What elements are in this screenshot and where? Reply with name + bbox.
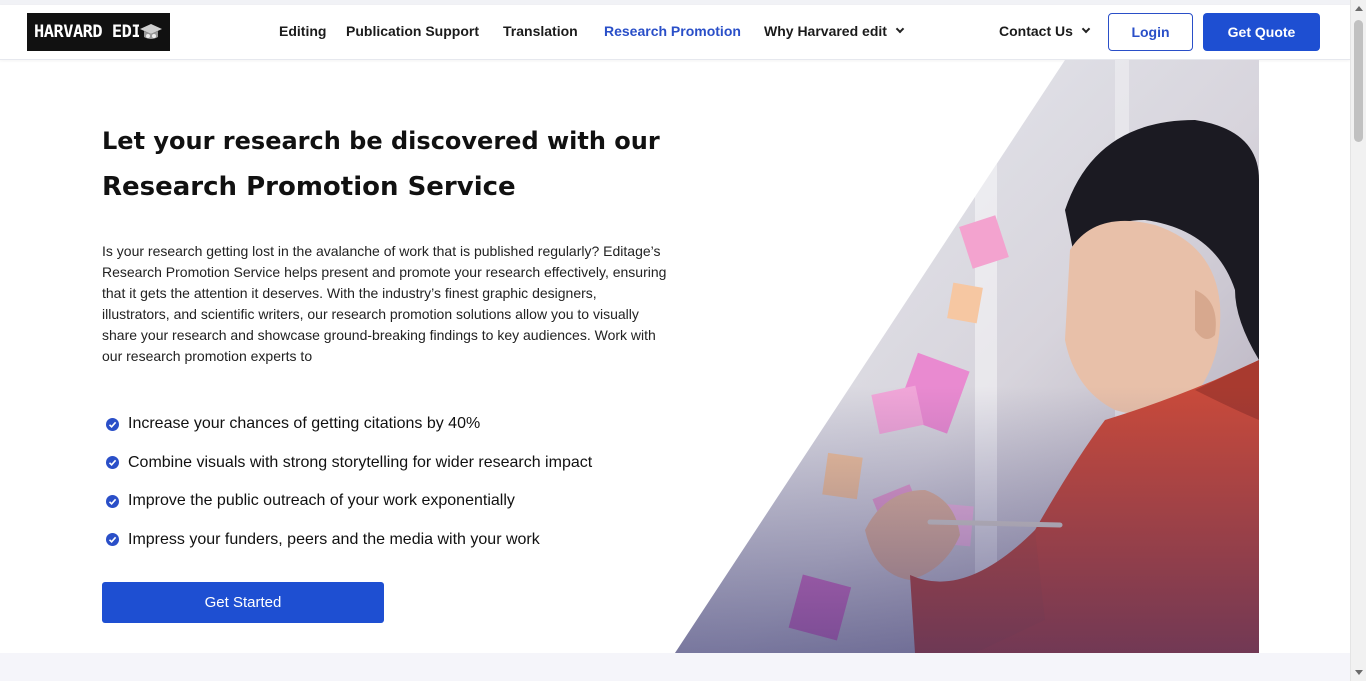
scrollbar-thumb[interactable] bbox=[1354, 20, 1363, 142]
benefit-text: Impress your funders, peers and the medi… bbox=[128, 530, 540, 548]
nav-item-editing[interactable]: Editing bbox=[279, 23, 326, 39]
nav-item-publication-support[interactable]: Publication Support bbox=[346, 23, 479, 39]
hero-title: Let your research be discovered with our… bbox=[102, 118, 662, 210]
nav-label: Editing bbox=[279, 23, 327, 39]
benefit-item: Increase your chances of getting citatio… bbox=[106, 405, 666, 444]
chevron-down-icon bbox=[895, 24, 905, 34]
login-button[interactable]: Login bbox=[1108, 13, 1193, 51]
benefit-list: Increase your chances of getting citatio… bbox=[106, 405, 666, 559]
logo-text: HARVARD EDIT bbox=[34, 22, 151, 42]
benefit-item: Improve the public outreach of your work… bbox=[106, 482, 666, 521]
nav-label: Why Harvared edit bbox=[764, 23, 887, 39]
scroll-up-arrow-icon[interactable] bbox=[1355, 6, 1363, 11]
hero-photo bbox=[675, 60, 1259, 653]
next-section-strip bbox=[0, 653, 1350, 681]
chevron-down-icon bbox=[1081, 24, 1091, 34]
hero-title-line1: Let your research be discovered with our bbox=[102, 127, 660, 155]
nav-item-contact-us[interactable]: Contact Us bbox=[999, 23, 1091, 39]
nav-item-translation[interactable]: Translation bbox=[503, 23, 578, 39]
nav-item-why-harvared-edit[interactable]: Why Harvared edit bbox=[764, 23, 905, 39]
check-circle-icon bbox=[106, 533, 119, 547]
check-circle-icon bbox=[106, 456, 119, 470]
scroll-down-arrow-icon[interactable] bbox=[1355, 670, 1363, 675]
benefit-item: Combine visuals with strong storytelling… bbox=[106, 444, 666, 483]
get-quote-button[interactable]: Get Quote bbox=[1203, 13, 1320, 51]
hero-description: Is your research getting lost in the ava… bbox=[102, 243, 667, 364]
hero-title-line2: Research Promotion Service bbox=[102, 172, 516, 202]
benefit-item: Impress your funders, peers and the medi… bbox=[106, 521, 666, 560]
benefit-text: Combine visuals with strong storytelling… bbox=[128, 453, 593, 471]
page-scrollbar[interactable] bbox=[1350, 0, 1366, 681]
benefit-text: Increase your chances of getting citatio… bbox=[128, 415, 481, 433]
nav-label: Research Promotion bbox=[604, 23, 741, 39]
nav-label: Translation bbox=[503, 23, 578, 39]
site-logo[interactable]: HARVARD EDIT bbox=[27, 13, 170, 51]
check-circle-icon bbox=[106, 417, 119, 431]
nav-label: Contact Us bbox=[999, 23, 1073, 39]
site-header: HARVARD EDIT Editing Publication Support… bbox=[0, 5, 1350, 60]
nav-item-research-promotion[interactable]: Research Promotion bbox=[604, 23, 741, 39]
nav-label: Publication Support bbox=[346, 23, 479, 39]
graduation-cap-icon bbox=[139, 21, 163, 43]
benefit-text: Improve the public outreach of your work… bbox=[128, 492, 515, 510]
get-started-button[interactable]: Get Started bbox=[102, 582, 384, 623]
check-circle-icon bbox=[106, 494, 119, 508]
